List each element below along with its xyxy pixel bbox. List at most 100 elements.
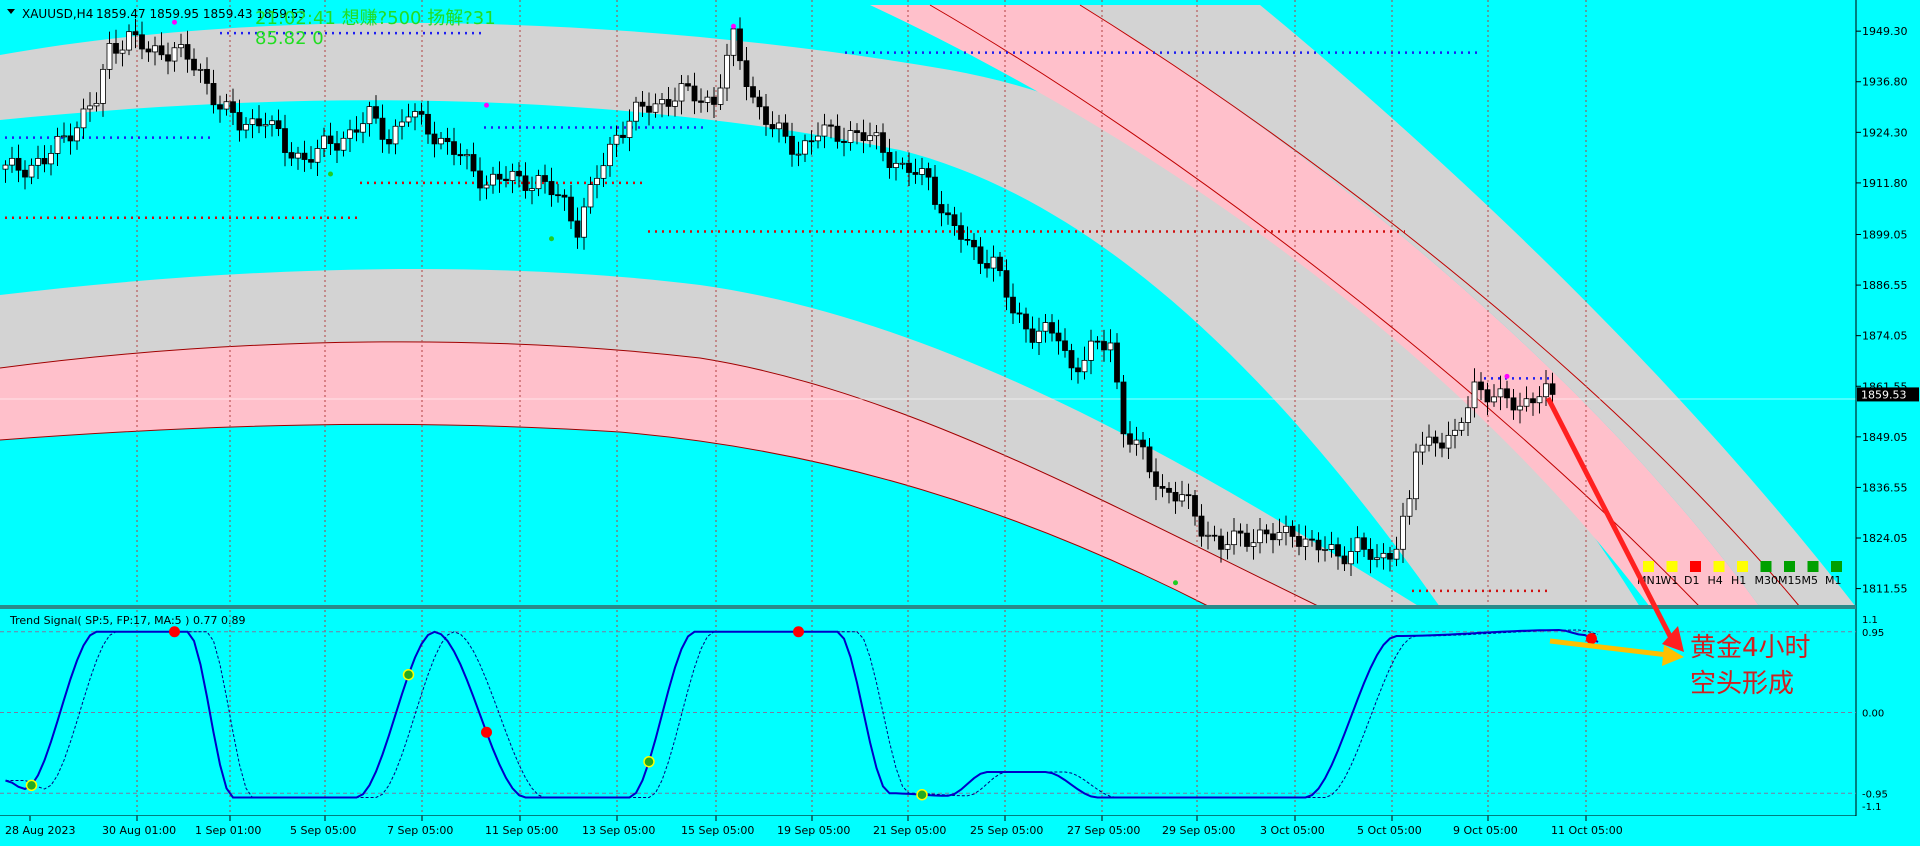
bear-candle bbox=[1244, 532, 1250, 547]
timeframe-label: W1 bbox=[1661, 574, 1679, 587]
bull-candle bbox=[61, 135, 67, 138]
bull-candle bbox=[347, 129, 353, 139]
bear-candle bbox=[522, 175, 529, 191]
bear-candle bbox=[444, 137, 451, 143]
bull-candle bbox=[1543, 383, 1549, 398]
y-tick-label: 1936.80 bbox=[1862, 76, 1908, 89]
bull-candle bbox=[1205, 534, 1211, 537]
bull-candle bbox=[1036, 330, 1042, 343]
bear-candle bbox=[1270, 533, 1276, 541]
bear-candle bbox=[503, 178, 509, 181]
bear-candle bbox=[15, 157, 22, 171]
timeframe-label: M15 bbox=[1778, 574, 1802, 587]
bear-candle bbox=[997, 256, 1003, 272]
bull-candle bbox=[295, 152, 301, 159]
timeframe-box bbox=[1737, 561, 1748, 572]
bull-candle bbox=[1088, 340, 1094, 361]
x-tick-label: 11 Oct 05:00 bbox=[1551, 824, 1623, 837]
bear-candle bbox=[470, 154, 477, 172]
bear-candle bbox=[691, 85, 698, 102]
bull-candle bbox=[1465, 407, 1471, 423]
bear-candle bbox=[256, 118, 262, 127]
bull-candle bbox=[594, 177, 600, 185]
bull-candle bbox=[847, 130, 854, 143]
bear-candle bbox=[977, 246, 984, 264]
x-tick-label: 5 Sep 05:00 bbox=[290, 824, 356, 837]
fractal-dot bbox=[1504, 373, 1510, 379]
bear-candle bbox=[184, 44, 191, 60]
bull-candle bbox=[1348, 551, 1354, 565]
bear-candle bbox=[1478, 381, 1484, 391]
bear-candle bbox=[1114, 342, 1120, 383]
bear-candle bbox=[555, 194, 561, 197]
x-tick-label: 19 Sep 05:00 bbox=[777, 824, 850, 837]
x-tick-label: 3 Oct 05:00 bbox=[1260, 824, 1325, 837]
x-tick-label: 15 Sep 05:00 bbox=[681, 824, 754, 837]
bull-candle bbox=[899, 162, 906, 165]
bear-candle bbox=[1016, 312, 1023, 315]
bull-candle bbox=[54, 136, 61, 154]
bear-candle bbox=[860, 132, 867, 142]
fractal-dot bbox=[549, 236, 554, 242]
bear-candle bbox=[639, 101, 646, 107]
bull-candle bbox=[1354, 537, 1361, 552]
bull-candle bbox=[776, 122, 782, 130]
timeframe-label: D1 bbox=[1684, 574, 1699, 587]
bear-candle bbox=[379, 117, 386, 140]
bear-candle bbox=[1172, 491, 1179, 502]
bear-candle bbox=[769, 124, 776, 130]
bear-candle bbox=[1211, 534, 1218, 537]
bear-candle bbox=[236, 112, 243, 131]
bear-candle bbox=[763, 106, 769, 125]
y-tick-label: 1911.80 bbox=[1862, 177, 1908, 190]
bear-candle bbox=[958, 225, 964, 240]
bull-candle bbox=[74, 127, 80, 142]
bear-candle bbox=[308, 159, 314, 163]
x-tick-label: 28 Aug 2023 bbox=[5, 824, 75, 837]
symbol-label: XAUUSD,H4 bbox=[22, 7, 93, 21]
bear-candle bbox=[334, 143, 340, 151]
bull-candle bbox=[1179, 494, 1185, 502]
bear-candle bbox=[353, 129, 360, 133]
bull-candle bbox=[821, 124, 828, 137]
bear-candle bbox=[1003, 270, 1010, 298]
bull-candle bbox=[919, 168, 925, 175]
bull-candle bbox=[1250, 542, 1257, 547]
bear-candle bbox=[41, 158, 48, 165]
bull-candle bbox=[1107, 342, 1114, 351]
bull-candle bbox=[80, 108, 87, 129]
bull-candle bbox=[314, 148, 321, 163]
bear-candle bbox=[516, 170, 522, 177]
bear-candle bbox=[1127, 433, 1133, 445]
x-tick-label: 30 Aug 01:00 bbox=[102, 824, 176, 837]
x-tick-label: 25 Sep 05:00 bbox=[970, 824, 1043, 837]
indicator-level-label: -0.95 bbox=[1862, 789, 1888, 800]
bull-candle bbox=[1328, 544, 1335, 550]
indicator-signal-line bbox=[5, 629, 1599, 798]
bull-candle bbox=[438, 137, 444, 145]
bear-candle bbox=[880, 132, 886, 153]
bear-candle bbox=[756, 96, 763, 108]
bear-candle bbox=[1055, 332, 1062, 342]
bull-candle bbox=[730, 28, 737, 56]
bull-candle bbox=[717, 87, 724, 105]
bull-candle bbox=[633, 101, 639, 122]
bear-candle bbox=[945, 212, 951, 216]
bear-candle bbox=[782, 122, 789, 137]
bear-candle bbox=[912, 172, 919, 175]
x-tick-label: 29 Sep 05:00 bbox=[1162, 824, 1235, 837]
chart-canvas[interactable]: 1949.30 1936.80 1924.30 1911.80 1899.05 1886.… bbox=[0, 0, 1920, 846]
bear-candle bbox=[386, 138, 392, 145]
bear-candle bbox=[886, 152, 893, 168]
bull-candle bbox=[1523, 398, 1530, 407]
overlay-line-1: 21:02:41 想赚?500 扬解?31 bbox=[255, 8, 496, 29]
bull-candle bbox=[1231, 530, 1237, 546]
panel-separator[interactable] bbox=[0, 605, 1856, 609]
chart-window[interactable]: 1949.30 1936.80 1924.30 1911.80 1899.05 1886.… bbox=[0, 0, 1920, 846]
bull-candle bbox=[581, 206, 587, 238]
bear-candle bbox=[542, 175, 548, 182]
bear-candle bbox=[477, 170, 483, 189]
timeframe-label: H4 bbox=[1708, 574, 1723, 587]
sell-signal-dot bbox=[169, 626, 180, 638]
bear-candle bbox=[1192, 495, 1198, 517]
